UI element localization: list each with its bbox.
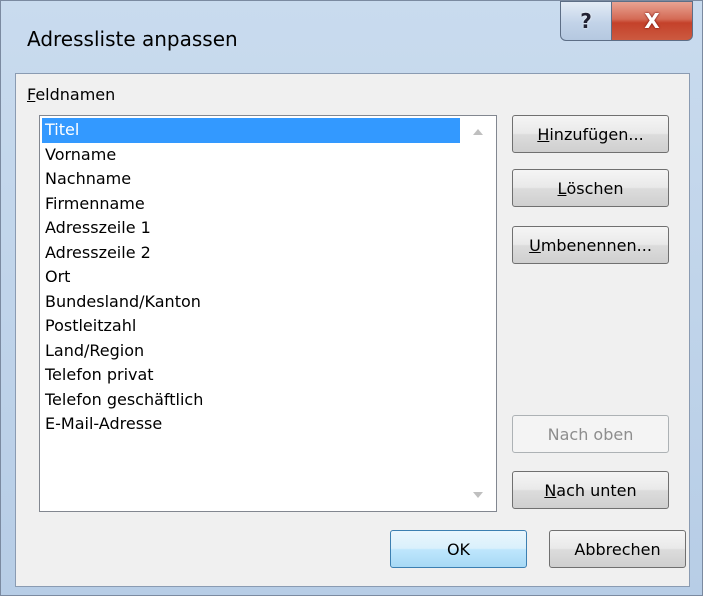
list-item[interactable]: Telefon geschäftlich	[42, 388, 460, 413]
arrow-down-icon	[473, 492, 483, 498]
vertical-scrollbar[interactable]	[461, 117, 495, 510]
close-button[interactable]: X	[611, 1, 693, 41]
ok-label: OK	[446, 539, 471, 559]
delete-label: öschen	[566, 178, 624, 198]
list-item[interactable]: Bundesland/Kanton	[42, 290, 460, 315]
move-down-button[interactable]: Nach unten	[512, 471, 669, 509]
list-item[interactable]: Telefon privat	[42, 363, 460, 388]
scroll-up-button[interactable]	[461, 117, 495, 147]
list-item[interactable]: Postleitzahl	[42, 314, 460, 339]
cancel-label: Abbrechen	[574, 539, 661, 559]
scroll-down-button[interactable]	[461, 480, 495, 510]
list-item[interactable]: Titel	[42, 118, 460, 143]
help-icon: ?	[580, 9, 592, 33]
list-item[interactable]: Firmenname	[42, 192, 460, 217]
list-item[interactable]: Land/Region	[42, 339, 460, 364]
field-names-label: Feldnamen	[27, 85, 115, 104]
add-mnemonic: H	[537, 124, 550, 144]
rename-label: mbenennen...	[540, 235, 652, 255]
dialog-window: Adressliste anpassen ? X Feldnamen Titel…	[0, 0, 703, 596]
list-items-container: Titel Vorname Nachname Firmenname Adresszeil…	[42, 118, 460, 437]
list-item[interactable]: E-Mail-Adresse	[42, 412, 460, 437]
move-down-mnemonic: N	[544, 480, 557, 500]
add-button[interactable]: Hinzufügen...	[512, 115, 669, 153]
rename-mnemonic: U	[529, 235, 541, 255]
close-icon: X	[644, 9, 660, 33]
window-title: Adressliste anpassen	[27, 27, 238, 51]
rename-button[interactable]: Umbenennen...	[512, 226, 669, 264]
move-up-button[interactable]: Nach oben	[512, 415, 669, 453]
add-label: inzufügen...	[549, 124, 644, 144]
move-down-label: ach unten	[556, 480, 637, 500]
list-item[interactable]: Nachname	[42, 167, 460, 192]
move-up-label: Nach oben	[547, 424, 634, 444]
list-item[interactable]: Adresszeile 1	[42, 216, 460, 241]
list-item[interactable]: Adresszeile 2	[42, 241, 460, 266]
ok-button[interactable]: OK	[390, 530, 527, 568]
arrow-up-icon	[473, 129, 483, 135]
list-item[interactable]: Vorname	[42, 143, 460, 168]
delete-button[interactable]: Löschen	[512, 169, 669, 207]
list-item[interactable]: Ort	[42, 265, 460, 290]
delete-mnemonic: L	[557, 178, 567, 198]
field-names-list[interactable]: Titel Vorname Nachname Firmenname Adresszeil…	[39, 115, 497, 512]
title-bar[interactable]: Adressliste anpassen ? X	[1, 1, 702, 73]
label-text: eldnamen	[35, 85, 116, 104]
help-button[interactable]: ?	[560, 1, 612, 41]
cancel-button[interactable]: Abbrechen	[549, 530, 686, 568]
